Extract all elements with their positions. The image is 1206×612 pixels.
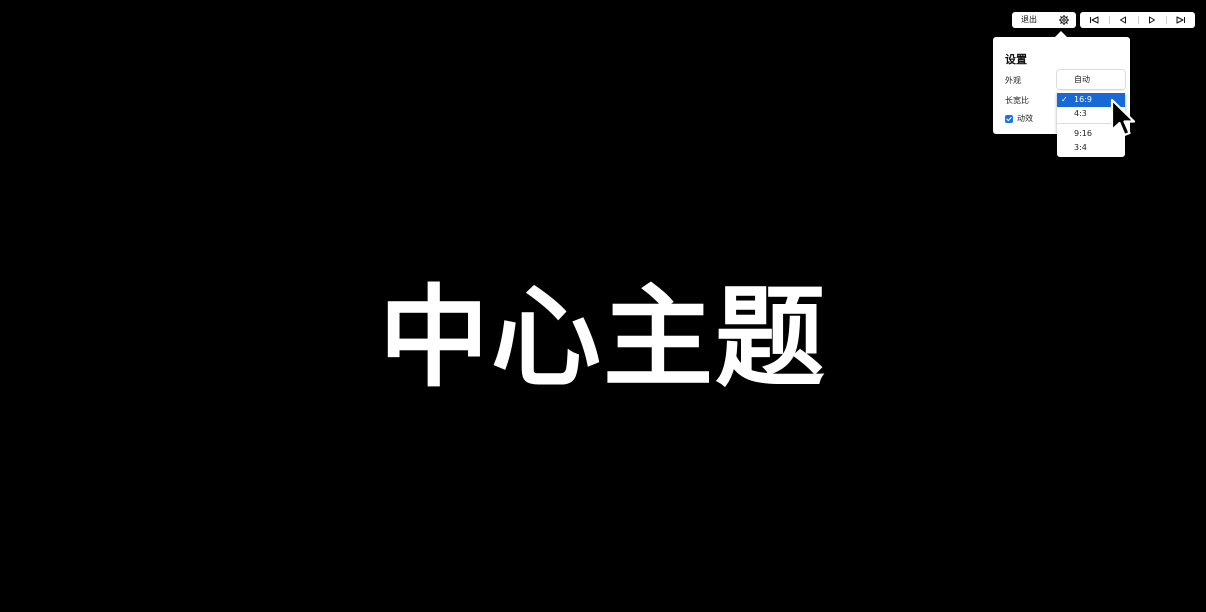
option-label: 3:4 xyxy=(1074,143,1087,152)
next-slide-icon xyxy=(1148,16,1155,24)
presentation-stage: 中心主题 退出 设置 外观 长宽比 动效 自动 ✓ 16:9 4:3 9:16 … xyxy=(0,0,1206,612)
aspect-ratio-label: 长宽比 xyxy=(1005,96,1029,105)
appearance-select[interactable]: 自动 xyxy=(1057,70,1125,89)
toolbar-exit-settings-group: 退出 xyxy=(1012,12,1076,28)
first-slide-button[interactable] xyxy=(1080,12,1109,28)
last-slide-button[interactable] xyxy=(1166,12,1195,28)
animation-label: 动效 xyxy=(1017,114,1033,123)
previous-slide-button[interactable] xyxy=(1108,12,1138,28)
mouse-pointer-icon xyxy=(1110,98,1136,137)
settings-button[interactable] xyxy=(1058,14,1070,26)
last-slide-icon xyxy=(1176,16,1185,24)
animation-checkbox[interactable] xyxy=(1005,114,1013,123)
exit-button[interactable]: 退出 xyxy=(1021,12,1037,28)
next-slide-button[interactable] xyxy=(1137,12,1167,28)
settings-title: 设置 xyxy=(1005,53,1027,66)
animation-row: 动效 xyxy=(1005,113,1033,124)
option-label: 4:3 xyxy=(1074,109,1087,118)
first-slide-icon xyxy=(1090,16,1099,24)
gear-icon xyxy=(1059,15,1069,25)
toolbar-navigation-group xyxy=(1080,12,1195,28)
option-label: 16:9 xyxy=(1074,95,1092,104)
aspect-ratio-option-3-4[interactable]: 3:4 xyxy=(1057,141,1125,155)
option-label: 9:16 xyxy=(1074,129,1092,138)
checkmark-icon xyxy=(1006,116,1012,121)
slide-title: 中心主题 xyxy=(379,274,827,402)
previous-slide-icon xyxy=(1120,16,1127,24)
check-icon: ✓ xyxy=(1061,95,1068,104)
appearance-label: 外观 xyxy=(1005,76,1021,85)
